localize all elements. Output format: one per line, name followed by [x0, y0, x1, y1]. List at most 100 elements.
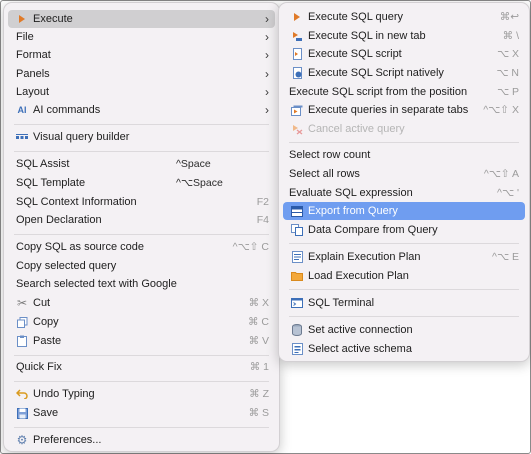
menu-separator [14, 124, 269, 125]
menu-separator [14, 427, 269, 428]
menu-item-execute-from-position[interactable]: Execute SQL script from the position ⌥ P [283, 83, 525, 101]
menu-item-label: Execute SQL query [308, 11, 403, 23]
menu-item-shortcut: F4 [256, 214, 269, 226]
menu-item-search-google[interactable]: Search selected text with Google [8, 275, 275, 293]
menu-item-shortcut: ^⌥Space [176, 177, 223, 189]
menu-item-execute-sql-query[interactable]: Execute SQL query ⌘↩ [283, 8, 525, 26]
cancel-icon [291, 123, 303, 135]
paste-icon [16, 335, 28, 347]
tabs-icon [291, 104, 303, 116]
menu-item-label: Paste [33, 335, 62, 347]
menu-item-execute-separate-tabs[interactable]: Execute queries in separate tabs ^⌥⇧ X [283, 101, 525, 119]
scissors-icon: ✂ [16, 296, 28, 310]
menu-item-sql-context-information[interactable]: SQL Context Information F2 [8, 193, 275, 211]
menu-separator [289, 142, 519, 143]
menu-item-label: Search selected text with Google [16, 278, 177, 290]
menu-item-open-declaration[interactable]: Open Declaration F4 [8, 211, 275, 229]
menu-item-visual-query-builder[interactable]: Visual query builder [8, 128, 275, 146]
chevron-right-icon: › [265, 12, 269, 26]
export-icon [291, 205, 303, 217]
script-native-icon [291, 67, 303, 79]
menu-item-shortcut: ⌥ N [496, 67, 519, 79]
menu-item-shortcut: ^⌥ E [492, 251, 519, 263]
menu-separator [14, 234, 269, 235]
menu-item-sql-template[interactable]: SQL Template ^⌥Space [8, 174, 275, 192]
menu-item-label: SQL Context Information [16, 196, 137, 208]
menu-item-copy[interactable]: Copy ⌘ C [8, 313, 275, 331]
menu-item-select-all-rows[interactable]: Select all rows ^⌥⇧ A [283, 165, 525, 183]
folder-icon [291, 270, 303, 282]
menu-item-quick-fix[interactable]: Quick Fix ⌘ 1 [8, 358, 275, 376]
context-menu: Execute › File › Format › Panels › Layou… [3, 2, 280, 452]
menu-item-set-active-connection[interactable]: Set active connection [283, 321, 525, 339]
menu-item-label: Open Declaration [16, 214, 102, 226]
menu-item-sql-assist[interactable]: SQL Assist ^Space [8, 155, 275, 173]
compare-icon [291, 224, 303, 236]
menu-item-paste[interactable]: Paste ⌘ V [8, 332, 275, 350]
menu-item-shortcut: ^⌥⇧ C [232, 241, 269, 253]
menu-item-select-active-schema[interactable]: Select active schema [283, 340, 525, 358]
menu-item-label: Execute SQL in new tab [308, 30, 426, 42]
copy-icon [16, 316, 28, 328]
menu-item-label: Execute [33, 13, 73, 25]
menu-item-label: SQL Assist [16, 158, 70, 170]
menu-item-evaluate-sql-expression[interactable]: Evaluate SQL expression ^⌥ ' [283, 184, 525, 202]
menu-item-label: Copy [33, 316, 59, 328]
menu-item-format[interactable]: Format › [8, 46, 275, 64]
chevron-right-icon: › [265, 30, 269, 44]
menu-item-execute-sql-new-tab[interactable]: Execute SQL in new tab ⌘ \ [283, 27, 525, 45]
menu-item-file[interactable]: File › [8, 28, 275, 46]
chevron-right-icon: › [265, 85, 269, 99]
gear-icon: ⚙ [16, 433, 28, 447]
menu-item-label: Execute SQL Script natively [308, 67, 444, 79]
menu-item-execute-sql-script[interactable]: Execute SQL script ⌥ X [283, 45, 525, 63]
menu-item-copy-selected-query[interactable]: Copy selected query [8, 257, 275, 275]
menu-item-preferences[interactable]: ⚙ Preferences... [8, 431, 275, 449]
menu-item-select-row-count[interactable]: Select row count [283, 146, 525, 164]
menu-item-shortcut: ⌥ X [496, 48, 519, 60]
menu-item-label: Explain Execution Plan [308, 251, 421, 263]
menu-item-cancel-active-query[interactable]: Cancel active query [283, 120, 525, 138]
menu-item-cut[interactable]: ✂ Cut ⌘ X [8, 294, 275, 312]
menu-separator [14, 355, 269, 356]
script-icon [291, 48, 303, 60]
menu-item-label: Quick Fix [16, 361, 62, 373]
menu-item-data-compare-from-query[interactable]: Data Compare from Query [283, 221, 525, 239]
menu-item-save[interactable]: Save ⌘ S [8, 404, 275, 422]
menu-item-label: Cancel active query [308, 123, 405, 135]
menu-item-sql-terminal[interactable]: SQL Terminal [283, 294, 525, 312]
menu-item-shortcut: F2 [256, 196, 269, 208]
menu-item-explain-execution-plan[interactable]: Explain Execution Plan ^⌥ E [283, 248, 525, 266]
menu-item-label: Format [16, 49, 51, 61]
menu-item-export-from-query[interactable]: Export from Query [283, 202, 525, 220]
undo-icon [16, 388, 28, 400]
menu-item-label: Preferences... [33, 434, 102, 446]
menu-item-label: Cut [33, 297, 51, 309]
menu-item-shortcut: ⌥ P [496, 86, 519, 98]
menu-item-copy-sql-as-source-code[interactable]: Copy SQL as source code ^⌥⇧ C [8, 238, 275, 256]
schema-icon [291, 343, 303, 355]
menu-item-shortcut: ⌘ X [248, 297, 269, 309]
menu-item-execute-sql-script-natively[interactable]: Execute SQL Script natively ⌥ N [283, 64, 525, 82]
database-icon [291, 324, 303, 336]
menu-item-label: Select row count [289, 149, 371, 161]
menu-item-shortcut: ⌘ S [248, 407, 269, 419]
menu-item-ai-commands[interactable]: AI AI commands › [8, 101, 275, 119]
menu-separator [14, 151, 269, 152]
play-icon [16, 13, 28, 25]
menu-item-panels[interactable]: Panels › [8, 65, 275, 83]
play-new-tab-icon [291, 30, 303, 42]
ai-icon: AI [17, 105, 27, 115]
menu-item-label: Panels [16, 68, 50, 80]
menu-item-label: Data Compare from Query [308, 224, 438, 236]
menu-item-label: SQL Template [16, 177, 86, 189]
menu-item-layout[interactable]: Layout › [8, 83, 275, 101]
menu-item-execute[interactable]: Execute › [8, 10, 275, 28]
explain-plan-icon [291, 251, 303, 263]
menu-item-label: Copy SQL as source code [16, 241, 144, 253]
menu-item-shortcut: ⌘ C [248, 316, 269, 328]
menu-separator [289, 316, 519, 317]
menu-item-load-execution-plan[interactable]: Load Execution Plan [283, 267, 525, 285]
menu-item-undo-typing[interactable]: Undo Typing ⌘ Z [8, 385, 275, 403]
play-icon [291, 11, 303, 23]
